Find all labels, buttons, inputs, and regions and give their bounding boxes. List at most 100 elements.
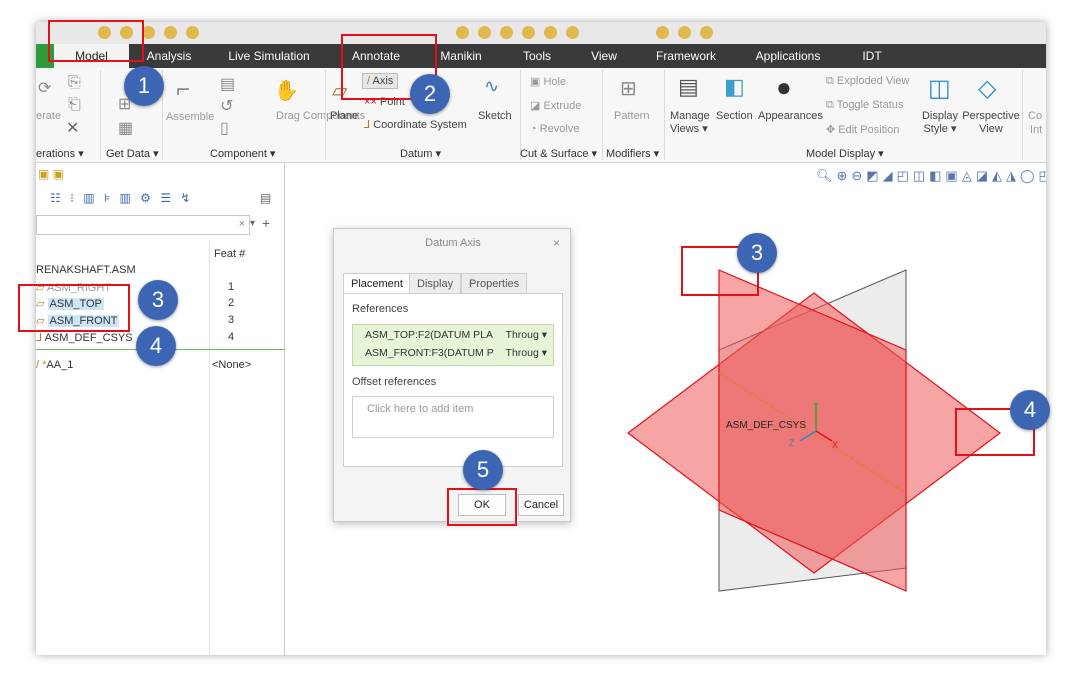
toolbar-icon[interactable] [566, 26, 579, 39]
reference-item[interactable]: ASM_TOP:F2(DATUM PLA [365, 329, 493, 341]
clear-icon[interactable]: × [239, 218, 245, 230]
y-axis-label: Y [813, 401, 819, 411]
axis-button[interactable]: / Axis [362, 73, 399, 89]
get-data-group-label[interactable]: Get Data ▾ [106, 145, 159, 163]
tree-toolbar-icons[interactable]: ☷ ⁝ ▥ ⊧ ▥ ⚙ ☰ ↯ [50, 191, 193, 205]
tree-item-asm-right[interactable]: ▱ ASM_RIGHT [36, 281, 111, 294]
modifiers-group-label[interactable]: Modifiers ▾ [606, 145, 659, 163]
appearances-label[interactable]: Appearances [758, 110, 823, 122]
command-label-partial[interactable]: Co [1028, 110, 1042, 122]
assemble-icon[interactable]: ⌐ [176, 76, 190, 104]
toolbar-icon[interactable] [186, 26, 199, 39]
tab-annotate[interactable]: Annotate [336, 44, 416, 68]
appearances-icon[interactable]: ● [776, 72, 792, 103]
close-icon[interactable]: × [553, 229, 560, 257]
toolbar-icon[interactable] [700, 26, 713, 39]
component-group-label[interactable]: Component ▾ [210, 145, 275, 163]
pattern-icon[interactable]: ⊞ [620, 76, 637, 101]
point-button[interactable]: ×× Point [364, 96, 405, 108]
exploded-view-button[interactable]: ⧉ Exploded View [826, 75, 910, 88]
cancel-button[interactable]: Cancel [518, 494, 564, 516]
tab-framework[interactable]: Framework [646, 44, 726, 68]
tree-item-new-axis[interactable]: / *AA_1 [36, 359, 73, 371]
csys-icon: ⅃ [36, 332, 45, 344]
mirror-component-icon[interactable]: ▯ [220, 118, 229, 138]
chevron-down-icon[interactable]: ▾ [250, 218, 255, 229]
tree-root-assembly[interactable]: RENAKSHAFT.ASM [36, 264, 136, 276]
regenerate-label[interactable]: erate [36, 110, 61, 122]
tab-file[interactable] [36, 44, 54, 68]
toolbar-icon[interactable] [120, 26, 133, 39]
feat-column-header[interactable]: Feat # [214, 248, 245, 260]
tree-item-asm-top[interactable]: ▱ ASM_TOP [36, 297, 104, 310]
toolbar-icon[interactable] [98, 26, 111, 39]
dialog-title[interactable]: Datum Axis [334, 229, 572, 257]
toolbar-icon[interactable] [142, 26, 155, 39]
add-icon[interactable]: + [262, 215, 270, 231]
ok-button[interactable]: OK [458, 494, 506, 516]
datum-group-label[interactable]: Datum ▾ [400, 145, 441, 163]
replace-icon[interactable]: ↺ [220, 96, 233, 116]
display-style-label[interactable]: Display Style ▾ [920, 110, 960, 136]
tab-idt[interactable]: IDT [852, 44, 892, 68]
section-label[interactable]: Section [716, 110, 753, 122]
tab-tools[interactable]: Tools [510, 44, 564, 68]
assemble-label[interactable]: Assemble [166, 111, 214, 123]
toolbar-icon[interactable] [678, 26, 691, 39]
drag-hand-icon[interactable]: ✋ [274, 78, 299, 103]
edit-position-button[interactable]: ✥ Edit Position [826, 123, 899, 136]
toolbar-icon[interactable] [656, 26, 669, 39]
manage-views-label[interactable]: Manage Views ▾ [670, 110, 714, 136]
tab-view[interactable]: View [581, 44, 627, 68]
paste-icon[interactable]: ⎗ [68, 96, 81, 114]
sketch-icon[interactable]: ∿ [484, 76, 499, 97]
tab-model[interactable]: Model [54, 44, 129, 68]
constraint-dropdown[interactable]: Throug ▾ [506, 329, 547, 341]
perspective-view-label[interactable]: Perspective View [962, 110, 1020, 136]
command-label-partial-2[interactable]: Int [1030, 124, 1042, 136]
manage-views-icon[interactable]: ▤ [678, 74, 699, 100]
regenerate-icon[interactable]: ⟳ [38, 78, 51, 98]
toolbar-icon[interactable] [500, 26, 513, 39]
copy-icon[interactable]: ⎘ [68, 74, 81, 92]
repeat-icon[interactable]: ▤ [220, 74, 235, 94]
extrude-button[interactable]: ◪ Extrude [530, 99, 581, 112]
coordinate-system-button[interactable]: ⅃ Coordinate System [364, 118, 467, 131]
toggle-status-button[interactable]: ⧉ Toggle Status [826, 99, 903, 112]
offset-references-collector[interactable]: Click here to add item [352, 396, 554, 438]
tree-search-input[interactable]: × [36, 215, 250, 235]
revolve-button[interactable]: ◔ Revolve [530, 123, 579, 135]
constraint-dropdown[interactable]: Throug ▾ [506, 347, 547, 359]
toolbar-icon[interactable] [522, 26, 535, 39]
hole-button[interactable]: ▣ Hole [530, 75, 566, 88]
reference-item[interactable]: ASM_FRONT:F3(DATUM P [365, 347, 494, 359]
toolbar-icon[interactable] [164, 26, 177, 39]
tree-item-asm-def-csys[interactable]: ⅃ ASM_DEF_CSYS [36, 331, 133, 344]
tree-item-asm-front[interactable]: ▱ ASM_FRONT [36, 314, 120, 327]
tab-applications[interactable]: Applications [743, 44, 833, 68]
sketch-label[interactable]: Sketch [478, 110, 512, 122]
shrinkwrap-icon[interactable]: ▦ [118, 118, 133, 138]
toolbar-icon[interactable] [478, 26, 491, 39]
section-icon[interactable]: ◧ [724, 74, 745, 100]
settings-icon[interactable]: ▤ [260, 191, 271, 205]
operations-group-label[interactable]: erations ▾ [36, 145, 84, 163]
plane-icon[interactable]: ▱ [332, 78, 347, 103]
pattern-label[interactable]: Pattern [614, 110, 649, 122]
references-collector[interactable]: ASM_TOP:F2(DATUM PLA Throug ▾ ASM_FRONT:… [352, 324, 554, 366]
tab-display[interactable]: Display [409, 273, 462, 294]
tab-manikin[interactable]: Manikin [426, 44, 496, 68]
tab-placement[interactable]: Placement [343, 273, 411, 294]
perspective-view-icon[interactable]: ◇ [978, 74, 996, 103]
plane-label[interactable]: Plane [330, 110, 358, 122]
delete-icon[interactable]: ✕ [66, 118, 79, 138]
tab-analysis[interactable]: Analysis [133, 44, 205, 68]
tab-properties[interactable]: Properties [461, 273, 528, 294]
toolbar-icon[interactable] [544, 26, 557, 39]
display-style-icon[interactable]: ◫ [928, 74, 951, 103]
cut-surface-group-label[interactable]: Cut & Surface ▾ [520, 145, 597, 163]
toolbar-icon[interactable] [456, 26, 469, 39]
model-display-group-label[interactable]: Model Display ▾ [806, 145, 884, 163]
tab-live-simulation[interactable]: Live Simulation [219, 44, 319, 68]
folder-icon[interactable]: ▣ ▣ [38, 167, 64, 181]
